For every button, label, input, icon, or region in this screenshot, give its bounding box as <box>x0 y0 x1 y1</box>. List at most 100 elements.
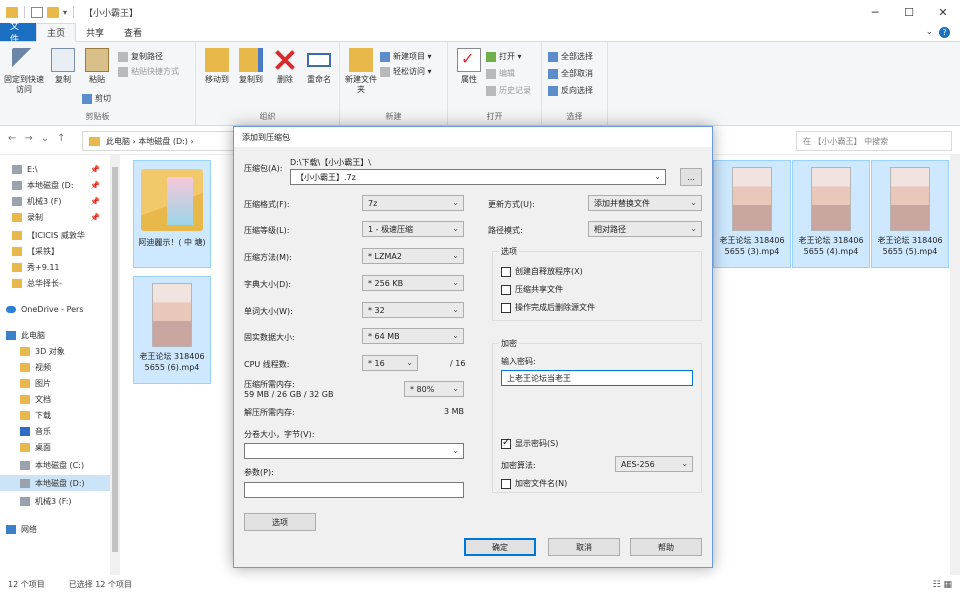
paste-shortcut-button[interactable]: 粘贴快捷方式 <box>118 65 179 78</box>
sidebar-item[interactable]: 录制 📌 <box>0 209 110 225</box>
properties-quick-icon[interactable] <box>31 6 43 18</box>
solid-block-select[interactable]: * 64 MB ⌄ <box>362 328 464 344</box>
minimize-icon[interactable]: ─ <box>858 0 892 24</box>
file-tile[interactable]: 老王论坛 3184065655 (5).mp4 <box>871 160 949 268</box>
copy-path-icon <box>118 51 128 62</box>
cpu-threads-select[interactable]: * 16 ⌄ <box>362 355 418 371</box>
sidebar-item[interactable]: 本地磁盘 (C:) <box>0 457 110 473</box>
sidebar-item[interactable]: 机械3 (F:) <box>0 493 110 509</box>
view-toggle-icons[interactable]: ☷ ▦ <box>933 580 952 590</box>
sidebar-item[interactable]: 机械3 (F) 📌 <box>0 193 110 209</box>
dictionary-size-select[interactable]: * 256 KB ⌄ <box>362 275 464 291</box>
music-icon <box>20 426 30 436</box>
new-folder-button[interactable]: 新建文件夹 <box>344 48 378 95</box>
add-to-archive-dialog: 添加到压缩包 压缩包(A): D:\下载\【小小霸王】\ 【小小霸王】.7z ⌄ … <box>233 126 713 568</box>
copy-to-button[interactable]: 复制到 <box>234 48 268 85</box>
show-password-checkbox[interactable]: 显示密码(S) <box>501 437 558 449</box>
recent-dropdown-icon[interactable]: ⌄ <box>41 133 49 144</box>
copy-path-button[interactable]: 复制路径 <box>118 50 163 63</box>
help-icon[interactable]: ? <box>939 27 950 38</box>
create-sfx-checkbox[interactable]: 创建自释放程序(X) <box>501 266 583 277</box>
sidebar-item[interactable]: 秀+9.11 <box>0 259 110 275</box>
paste-button[interactable]: 粘贴 <box>80 48 114 85</box>
close-icon[interactable]: ✕ <box>926 0 960 24</box>
rename-button[interactable]: 重命名 <box>302 48 336 85</box>
sidebar-item[interactable]: 图片 <box>0 375 110 391</box>
ok-button[interactable]: 确定 <box>464 538 536 556</box>
cut-button[interactable]: 剪切 <box>82 92 111 105</box>
forward-icon[interactable]: → <box>24 133 32 144</box>
ribbon-expand-icon[interactable]: ⌄ <box>925 27 933 38</box>
sidebar-item[interactable]: OneDrive - Pers <box>0 301 110 317</box>
archive-name-combo[interactable]: 【小小霸王】.7z ⌄ <box>290 169 666 185</box>
options-button[interactable]: 选项 <box>244 513 316 531</box>
file-tile[interactable]: 阿迪麗示！( 中 塘) <box>133 160 211 268</box>
sidebar-item[interactable]: 音乐 <box>0 423 110 439</box>
new-folder-quick-icon[interactable] <box>47 6 59 18</box>
tab-share[interactable]: 共享 <box>76 23 114 41</box>
invert-selection-button[interactable]: 反向选择 <box>548 84 593 97</box>
delete-button[interactable]: 删除 <box>268 48 302 85</box>
select-none-icon <box>548 68 558 79</box>
pc-icon <box>6 330 16 340</box>
encrypt-names-checkbox[interactable]: 加密文件名(N) <box>501 478 567 489</box>
dialog-title: 添加到压缩包 <box>234 127 712 147</box>
move-to-button[interactable]: 移动到 <box>200 48 234 85</box>
view-scrollbar[interactable] <box>950 155 960 575</box>
quick-access-dropdown-icon[interactable]: ▾ <box>63 8 67 17</box>
sidebar-item[interactable]: 本地磁盘 (D:) <box>0 475 110 491</box>
format-select[interactable]: 7z ⌄ <box>362 195 464 211</box>
back-icon[interactable]: ← <box>8 133 16 144</box>
sidebar-item[interactable]: 下载 <box>0 407 110 423</box>
cancel-button[interactable]: 取消 <box>548 538 620 556</box>
password-input[interactable]: 上老王论坛当老王 <box>501 370 693 386</box>
easy-access-button[interactable]: 轻松访问 ▾ <box>380 65 432 78</box>
search-input[interactable]: 在 【小小霸王】 中搜索 <box>796 131 952 151</box>
sidebar-item[interactable]: E:\ 📌 <box>0 161 110 177</box>
compress-shared-checkbox[interactable]: 压缩共享文件 <box>501 284 563 295</box>
parameters-input[interactable] <box>244 482 464 498</box>
properties-button[interactable]: 属性 <box>452 48 486 85</box>
pin-quick-access-button[interactable]: 固定到快速访问 <box>4 48 44 95</box>
path-mode-select[interactable]: 相对路径 ⌄ <box>588 221 702 237</box>
tab-file[interactable]: 文件 <box>0 22 36 45</box>
select-all-button[interactable]: 全部选择 <box>548 50 593 63</box>
word-size-select[interactable]: * 32 ⌄ <box>362 302 464 318</box>
folder-icon <box>12 262 22 272</box>
file-tile[interactable]: 老王论坛 3184065655 (3).mp4 <box>713 160 791 268</box>
file-tile[interactable]: 老王论坛 3184065655 (6).mp4 <box>133 276 211 384</box>
video-thumbnail <box>152 283 192 347</box>
sidebar-item[interactable]: 总华择长- <box>0 275 110 291</box>
sidebar-item[interactable]: 桌面 <box>0 439 110 455</box>
browse-button[interactable]: ... <box>680 168 702 186</box>
sidebar-scroll-thumb[interactable] <box>112 167 118 552</box>
sidebar-item[interactable]: 3D 对象 <box>0 343 110 359</box>
edit-button[interactable]: 编辑 <box>486 67 515 80</box>
sidebar-item[interactable]: 此电脑 <box>0 327 110 343</box>
sidebar-item[interactable]: 【采铁】 <box>0 243 110 259</box>
tab-view[interactable]: 查看 <box>114 23 152 41</box>
open-button[interactable]: 打开 ▾ <box>486 50 522 63</box>
sidebar-item[interactable]: 【ICICIS 威敦华 <box>0 227 110 243</box>
sidebar-item[interactable]: 文档 <box>0 391 110 407</box>
sidebar-item[interactable]: 视频 <box>0 359 110 375</box>
sidebar-item[interactable]: 网络 <box>0 521 110 537</box>
memory-usage-select[interactable]: * 80% ⌄ <box>404 381 464 397</box>
update-mode-select[interactable]: 添加并替换文件 ⌄ <box>588 195 702 211</box>
tab-home[interactable]: 主页 <box>36 23 77 42</box>
select-none-button[interactable]: 全部取消 <box>548 67 593 80</box>
method-select[interactable]: * LZMA2 ⌄ <box>362 248 464 264</box>
help-button[interactable]: 帮助 <box>630 538 702 556</box>
file-tile[interactable]: 老王论坛 3184065655 (4).mp4 <box>792 160 870 268</box>
maximize-icon[interactable]: ☐ <box>892 0 926 24</box>
split-volume-combo[interactable]: ⌄ <box>244 443 464 459</box>
copy-button[interactable]: 复制 <box>46 48 80 85</box>
history-button[interactable]: 历史记录 <box>486 84 531 97</box>
up-icon[interactable]: ↑ <box>57 133 65 144</box>
encryption-method-select[interactable]: AES-256 ⌄ <box>615 456 693 472</box>
new-item-button[interactable]: 新建项目 ▾ <box>380 50 432 63</box>
sidebar-item[interactable]: 本地磁盘 (D: 📌 <box>0 177 110 193</box>
level-select[interactable]: 1 - 极速压缩 ⌄ <box>362 221 464 237</box>
title-bar: ▾ 【小小霸王】 ─ ☐ ✕ <box>0 0 960 24</box>
delete-after-checkbox[interactable]: 操作完成后删除源文件 <box>501 302 595 313</box>
